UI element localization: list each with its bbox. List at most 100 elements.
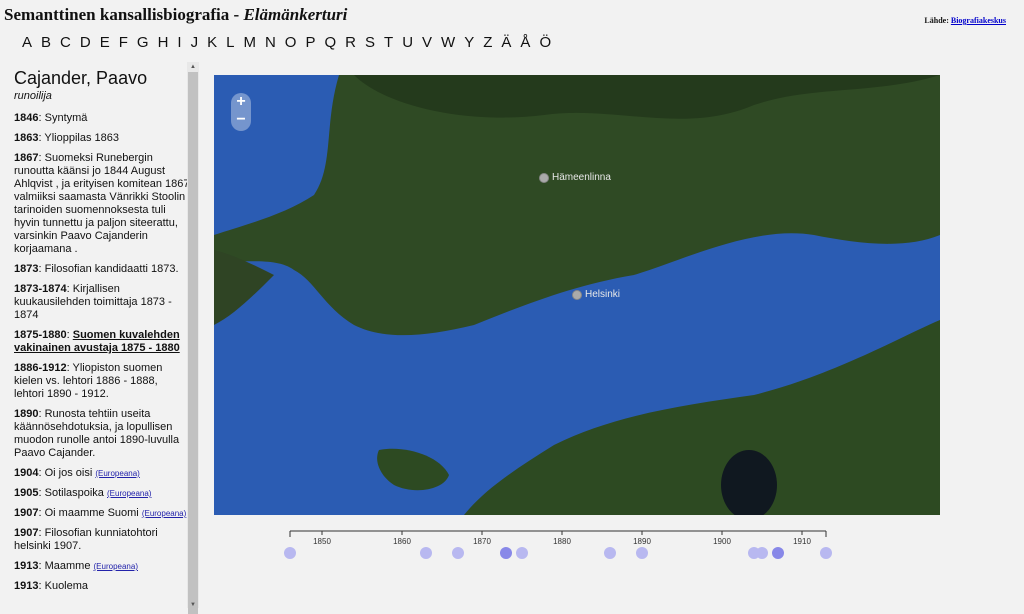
letter-link[interactable]: S (365, 34, 375, 51)
city-marker-helsinki[interactable]: Helsinki (572, 289, 620, 300)
event-item[interactable]: 1863: Ylioppilas 1863 (14, 132, 190, 145)
sidebar-scrollbar[interactable]: ▲ ▼ (187, 62, 199, 614)
title-main: Semanttinen kansallisbiografia (4, 5, 230, 24)
letter-link[interactable]: V (422, 34, 432, 51)
timeline-tick-label: 1870 (473, 537, 491, 546)
city-marker-hameenlinna[interactable]: Hämeenlinna (539, 172, 611, 183)
person-title: runoilija (14, 90, 52, 102)
event-item[interactable]: 1875-1880: Suomen kuvalehden vakinainen … (14, 329, 190, 355)
event-year: 1863 (14, 132, 39, 144)
biography-sidebar: Cajander, Paavo runoilija 1846: Syntymä 1… (10, 62, 190, 608)
timeline-tick-label: 1880 (553, 537, 571, 546)
event-item[interactable]: 1867: Suomeksi Runebergin runoutta kääns… (14, 152, 190, 256)
timeline-event-dot[interactable] (820, 547, 832, 559)
zoom-control: + − (231, 93, 251, 131)
event-item[interactable]: 1905: Sotilaspoika (Europeana) (14, 487, 190, 500)
zoom-in-button[interactable]: + (231, 93, 251, 111)
event-year: 1873 (14, 263, 39, 275)
timeline-tick-label: 1900 (713, 537, 731, 546)
map-view[interactable]: + − Hämeenlinna Helsinki (214, 75, 940, 515)
letter-link[interactable]: Å (520, 34, 530, 51)
event-item[interactable]: 1904: Oi jos oisi (Europeana) (14, 467, 190, 480)
event-item[interactable]: 1873: Filosofian kandidaatti 1873. (14, 263, 190, 276)
timeline-event-dot[interactable] (604, 547, 616, 559)
event-year: 1886-1912 (14, 362, 67, 374)
event-year: 1867 (14, 152, 39, 164)
letter-link[interactable]: W (441, 34, 455, 51)
source-info: Lähde: Biografiakeskus (924, 16, 1006, 25)
letter-link[interactable]: H (158, 34, 169, 51)
event-item[interactable]: 1907: Filosofian kunniatohtori helsinki … (14, 527, 190, 553)
letter-link[interactable]: L (226, 34, 234, 51)
timeline-tick-label: 1910 (793, 537, 811, 546)
timeline-tick-label: 1850 (313, 537, 331, 546)
timeline-event-dot[interactable] (772, 547, 784, 559)
scrollbar-thumb[interactable] (188, 72, 198, 614)
title-separator: - (229, 5, 244, 24)
event-year: 1890 (14, 408, 39, 420)
timeline-event-dot[interactable] (636, 547, 648, 559)
timeline-event-dot[interactable] (452, 547, 464, 559)
europeana-link[interactable]: (Europeana) (94, 562, 138, 571)
event-text: Filosofian kandidaatti 1873. (44, 263, 179, 275)
event-text: Runosta tehtiin useita käännösehdotuksia… (14, 408, 180, 459)
event-item[interactable]: 1913: Kuolema (14, 580, 190, 593)
alphabet-nav: ABCDEFGHIJKLMNOPQRSTUVWYZÄÅÖ (22, 34, 560, 51)
event-item[interactable]: 1890: Runosta tehtiin useita käännösehdo… (14, 408, 190, 460)
letter-link[interactable]: A (22, 34, 32, 51)
timeline-tick-label: 1890 (633, 537, 651, 546)
timeline-event-dot[interactable] (420, 547, 432, 559)
letter-link[interactable]: Ä (501, 34, 511, 51)
letter-link[interactable]: M (243, 34, 256, 51)
event-item[interactable]: 1886-1912: Yliopiston suomen kielen vs. … (14, 362, 190, 401)
letter-link[interactable]: I (177, 34, 181, 51)
letter-link[interactable]: C (60, 34, 71, 51)
timeline-event-dot[interactable] (284, 547, 296, 559)
source-link[interactable]: Biografiakeskus (951, 16, 1006, 25)
timeline-event-dot[interactable] (500, 547, 512, 559)
event-list: 1846: Syntymä 1863: Ylioppilas 1863 1867: … (14, 112, 190, 593)
letter-link[interactable]: E (100, 34, 110, 51)
timeline-event-dot[interactable] (516, 547, 528, 559)
letter-link[interactable]: Ö (539, 34, 551, 51)
europeana-link[interactable]: (Europeana) (95, 469, 139, 478)
event-item[interactable]: 1846: Syntymä (14, 112, 190, 125)
city-label: Helsinki (585, 289, 621, 300)
letter-link[interactable]: O (285, 34, 297, 51)
letter-link[interactable]: B (41, 34, 51, 51)
europeana-link[interactable]: (Europeana) (142, 509, 186, 518)
event-year: 1875-1880 (14, 329, 67, 341)
scroll-up-icon[interactable]: ▲ (190, 64, 196, 70)
letter-link[interactable]: P (305, 34, 315, 51)
scroll-down-icon[interactable]: ▼ (190, 602, 196, 608)
event-item[interactable]: 1913: Maamme (Europeana) (14, 560, 190, 573)
zoom-out-button[interactable]: − (231, 111, 251, 129)
letter-link[interactable]: Q (324, 34, 336, 51)
timeline-tick-label: 1860 (393, 537, 411, 546)
event-item[interactable]: 1907: Oi maamme Suomi (Europeana) (14, 507, 190, 520)
letter-link[interactable]: G (137, 34, 149, 51)
event-item[interactable]: 1873-1874: Kirjallisen kuukausilehden to… (14, 283, 190, 322)
event-year: 1907 (14, 507, 39, 519)
letter-link[interactable]: Y (464, 34, 474, 51)
letter-link[interactable]: N (265, 34, 276, 51)
letter-link[interactable]: Z (483, 34, 492, 51)
event-year: 1905 (14, 487, 39, 499)
timeline-event-dot[interactable] (756, 547, 768, 559)
letter-link[interactable]: J (191, 34, 199, 51)
title-sub: Elämänkerturi (243, 5, 348, 24)
letter-link[interactable]: F (119, 34, 128, 51)
europeana-link[interactable]: (Europeana) (107, 489, 151, 498)
event-year: 1907 (14, 527, 39, 539)
letter-link[interactable]: T (384, 34, 393, 51)
event-year: 1873-1874 (14, 283, 67, 295)
letter-link[interactable]: R (345, 34, 356, 51)
letter-link[interactable]: D (80, 34, 91, 51)
event-year: 1846 (14, 112, 39, 124)
source-label: Lähde: (924, 16, 949, 25)
event-text: Sotilaspoika (44, 487, 104, 499)
event-text: Kuolema (44, 580, 89, 592)
letter-link[interactable]: K (207, 34, 217, 51)
letter-link[interactable]: U (402, 34, 413, 51)
location-dot-icon (539, 172, 549, 183)
